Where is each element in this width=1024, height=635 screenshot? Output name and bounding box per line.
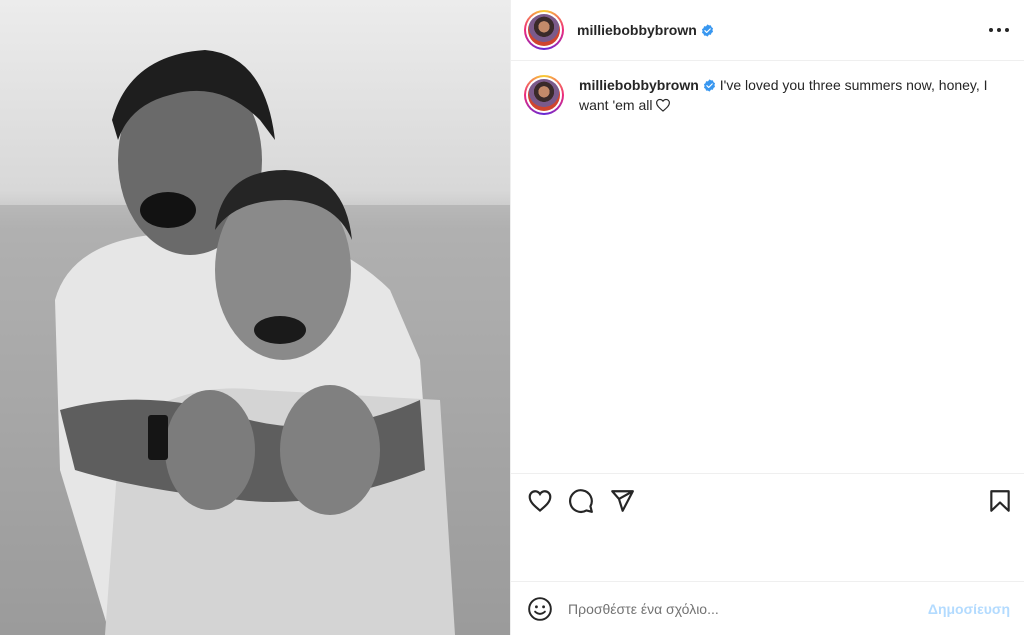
- bookmark-icon[interactable]: [987, 488, 1013, 514]
- post-caption: milliebobbybrown I've loved you three su…: [524, 75, 1014, 115]
- header-username[interactable]: milliebobbybrown: [577, 22, 697, 38]
- post-detail-panel: milliebobbybrown milliebobbybrown I've l…: [510, 0, 1024, 635]
- add-comment-bar: Δημοσίευση: [511, 581, 1024, 635]
- verified-badge-icon: [703, 79, 715, 92]
- post-header: milliebobbybrown: [511, 0, 1024, 61]
- couple-photo-illustration: [0, 0, 510, 635]
- post-comment-button[interactable]: Δημοσίευση: [928, 601, 1010, 617]
- share-icon[interactable]: [609, 488, 635, 514]
- comment-input[interactable]: [568, 600, 898, 617]
- profile-avatar[interactable]: [524, 10, 564, 50]
- verified-badge-icon: [701, 23, 713, 37]
- caption-username[interactable]: milliebobbybrown: [579, 77, 699, 93]
- comment-icon[interactable]: [568, 488, 594, 514]
- caption-text-block: milliebobbybrown I've loved you three su…: [579, 75, 999, 115]
- post-actions: [511, 473, 1024, 583]
- caption-avatar[interactable]: [524, 75, 564, 115]
- more-options-icon[interactable]: [989, 22, 1009, 38]
- heart-icon[interactable]: [527, 488, 553, 514]
- emoji-icon[interactable]: [527, 596, 553, 622]
- white-heart-emoji-icon: [656, 98, 671, 112]
- post-photo: [0, 0, 510, 635]
